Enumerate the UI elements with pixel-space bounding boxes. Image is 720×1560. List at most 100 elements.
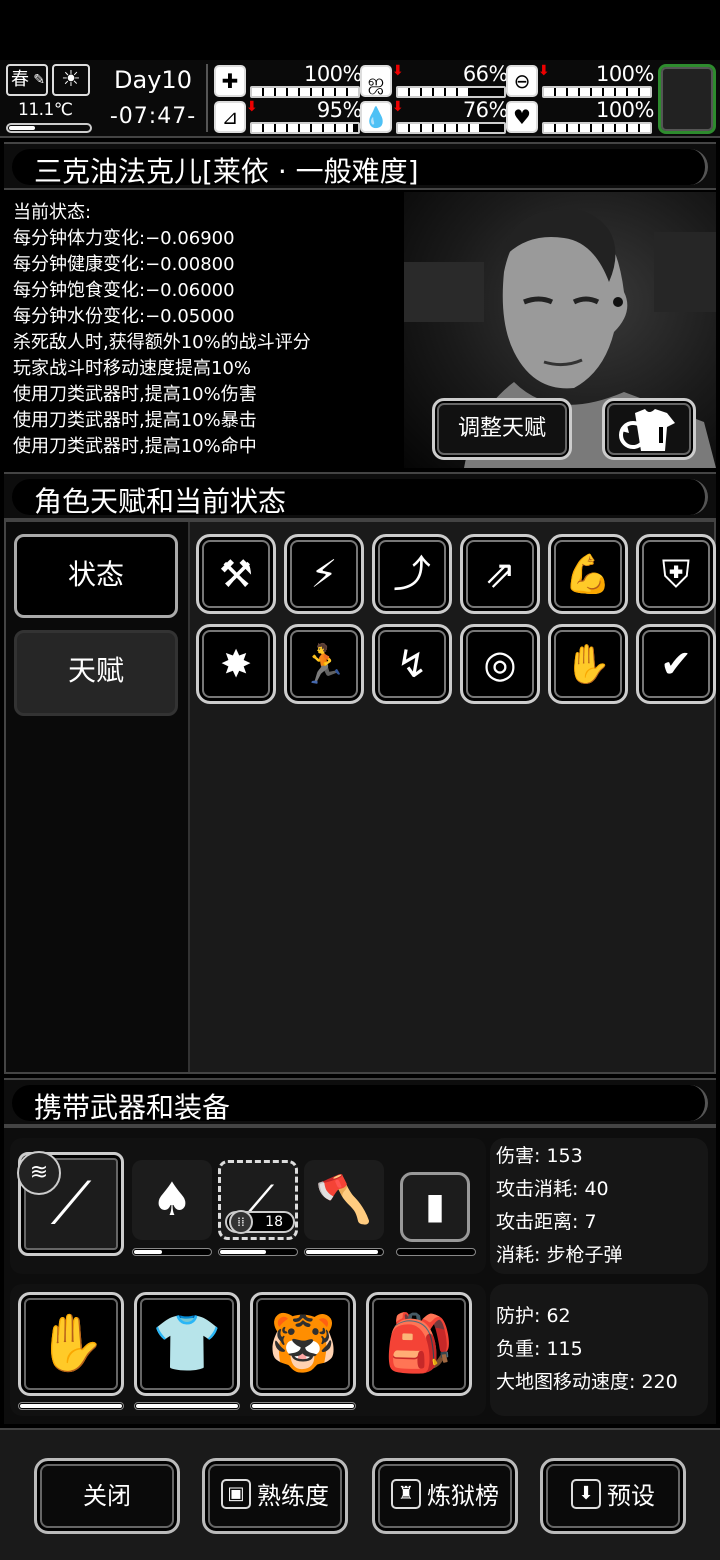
hat-durability xyxy=(250,1402,356,1410)
scope-icon: ≋ xyxy=(17,1151,61,1195)
machete-up-icon[interactable]: ⤴ xyxy=(372,534,452,614)
character-header: 三克油法克儿[莱依 · 一般难度] xyxy=(4,142,716,190)
mood-bar xyxy=(542,122,652,134)
proficiency-button[interactable]: ▣ 熟练度 xyxy=(202,1458,348,1534)
close-button[interactable]: 关闭 xyxy=(34,1458,180,1534)
water-percent: 76% xyxy=(462,98,509,122)
proficiency-label: 熟练度 xyxy=(257,1482,329,1510)
medicine-percent: 100% xyxy=(595,62,655,86)
weapon-consumes: 消耗: 步枪子弹 xyxy=(496,1244,623,1266)
tab-talent[interactable]: 天赋 xyxy=(14,630,178,716)
health-percent: 100% xyxy=(303,62,363,86)
status-line: 每分钟水份变化:−0.05000 xyxy=(13,306,235,327)
stamina-bar xyxy=(250,122,360,134)
gloves-durability xyxy=(18,1402,124,1410)
ammo-counter: ⁞⁞ 18 xyxy=(225,1210,295,1234)
day-label: Day10 xyxy=(114,66,192,94)
tab-status[interactable]: 状态 xyxy=(14,534,178,618)
download-box-icon: ⬇ xyxy=(571,1479,601,1509)
stat-water: 💧 ⬇ 76% xyxy=(360,98,509,134)
weapon-slot-rifle[interactable]: ⟋ ⁞⁞ 18 xyxy=(218,1160,298,1240)
armor-slot-backpack[interactable]: 🎒 xyxy=(366,1292,472,1396)
first-aid-icon: ✚ xyxy=(214,65,246,97)
preset-button[interactable]: ⬇ 预设 xyxy=(540,1458,686,1534)
status-line: 使用刀类武器时,提高10%暴击 xyxy=(13,410,257,431)
talents-panel: 状态 天赋 ⚒ ⚡ ⤴ ⇗ 💪 ⛨ ✸ 🏃 ↯ ◎ ✋ ✔ xyxy=(4,520,716,1074)
status-line: 当前状态: xyxy=(13,202,92,223)
monitor-icon: ▣ xyxy=(221,1479,251,1509)
quick-item-slot[interactable] xyxy=(658,64,716,134)
grab-icon[interactable]: ✋ xyxy=(548,624,628,704)
adjust-talent-button[interactable]: 调整天赋 xyxy=(432,398,572,460)
talents-title: 角色天赋和当前状态 xyxy=(34,485,287,518)
time-label: -07:47- xyxy=(109,104,197,129)
status-line: 每分钟饱食变化:−0.06000 xyxy=(13,280,235,301)
status-line: 玩家战斗时移动速度提高10% xyxy=(13,358,252,379)
change-outfit-button[interactable] xyxy=(602,398,696,460)
talents-header: 角色天赋和当前状态 xyxy=(4,472,716,520)
sprint-icon[interactable]: 🏃 xyxy=(284,624,364,704)
season-label: 春 xyxy=(11,69,29,90)
status-line: 杀死敌人时,获得额外10%的战斗评分 xyxy=(13,332,311,353)
bullets-icon: ⁞⁞ xyxy=(229,1210,253,1234)
gloves-icon: ✋ xyxy=(36,1311,106,1376)
down-arrow-icon: ⬇ xyxy=(246,99,258,115)
down-arrow-icon: ⬇ xyxy=(538,63,550,79)
mood-percent: 100% xyxy=(595,98,655,122)
weapon-slot-axe[interactable]: 🪓 xyxy=(304,1160,384,1240)
heart-icon: ♥ xyxy=(506,101,538,133)
temperature-bar xyxy=(6,123,92,133)
armor-panel: ✋ 👕 🐯 🎒 xyxy=(10,1284,486,1416)
weapon-attack-cost: 攻击消耗: 40 xyxy=(496,1178,609,1200)
character-title: 三克油法克儿[莱依 · 一般难度] xyxy=(34,155,419,188)
stat-medicine: ⊖ ⬇ 100% xyxy=(506,62,655,98)
water-drop-icon: 💧 xyxy=(360,101,392,133)
armor-slot-hat[interactable]: 🐯 xyxy=(250,1292,356,1396)
main-weapon-slot[interactable]: ⟋ ≋ xyxy=(17,1151,124,1256)
shirt-icon: 👕 xyxy=(152,1311,222,1376)
backpack-icon: 🎒 xyxy=(384,1311,454,1376)
down-arrow-icon: ⬇ xyxy=(392,99,404,115)
speed-check-icon[interactable]: ✔ xyxy=(636,624,716,704)
pill-icon: ⊖ xyxy=(506,65,538,97)
arm-break-icon[interactable]: ↯ xyxy=(372,624,452,704)
shovel-durability xyxy=(132,1248,212,1256)
trophy-banner-icon: ♜ xyxy=(391,1479,421,1509)
swap-shirt-icon xyxy=(619,409,675,451)
shirt-durability xyxy=(134,1402,240,1410)
equipment-panel: ⟋ ≋ ♠ ⟋ ⁞⁞ 18 🪓 ▮ 伤害: 153 攻击消耗: 40 攻击距离: … xyxy=(4,1126,716,1424)
shield-up-icon[interactable]: ⛨ xyxy=(636,534,716,614)
ammo-count: 18 xyxy=(265,1214,283,1230)
rifle-durability xyxy=(218,1248,298,1256)
knife-slash-icon[interactable]: ⚡ xyxy=(284,534,364,614)
weapon-damage: 伤害: 153 xyxy=(496,1145,583,1167)
weapon-slot-shovel[interactable]: ♠ xyxy=(132,1160,212,1240)
stat-hunger: ஜ ⬇ 66% xyxy=(360,62,509,98)
temperature-label: 11.1℃ xyxy=(18,100,73,120)
armor-slot-shirt[interactable]: 👕 xyxy=(134,1292,240,1396)
hunger-percent: 66% xyxy=(462,62,509,86)
armor-slot-gloves[interactable]: ✋ xyxy=(18,1292,124,1396)
armor-weight: 负重: 115 xyxy=(496,1338,583,1360)
shield-durability xyxy=(396,1248,476,1256)
explosion-icon[interactable]: ✸ xyxy=(196,624,276,704)
stamina-percent: 95% xyxy=(316,98,363,122)
health-bar xyxy=(250,86,360,98)
weapon-slot-shield[interactable]: ▮ xyxy=(400,1172,470,1242)
ranking-button[interactable]: ♜ 炼狱榜 xyxy=(372,1458,518,1534)
map-move-speed: 大地图移动速度: 220 xyxy=(496,1371,678,1393)
weapon-range: 攻击距离: 7 xyxy=(496,1211,597,1233)
flexed-arm-icon[interactable]: 💪 xyxy=(548,534,628,614)
sun-icon: ☀ xyxy=(52,64,90,96)
axe-icon: 🪓 xyxy=(315,1172,373,1226)
rifle-up-icon[interactable]: ⇗ xyxy=(460,534,540,614)
armor-protection: 防护: 62 xyxy=(496,1305,571,1327)
target-up-icon[interactable]: ◎ xyxy=(460,624,540,704)
status-line: 每分钟健康变化:−0.00800 xyxy=(13,254,235,275)
axe-durability xyxy=(304,1248,384,1256)
shovel-icon: ♠ xyxy=(151,1172,193,1226)
crossed-axes-icon[interactable]: ⚒ xyxy=(196,534,276,614)
close-label: 关闭 xyxy=(83,1482,131,1510)
equipment-header: 携带武器和装备 xyxy=(4,1078,716,1126)
status-line: 使用刀类武器时,提高10%伤害 xyxy=(13,384,257,405)
